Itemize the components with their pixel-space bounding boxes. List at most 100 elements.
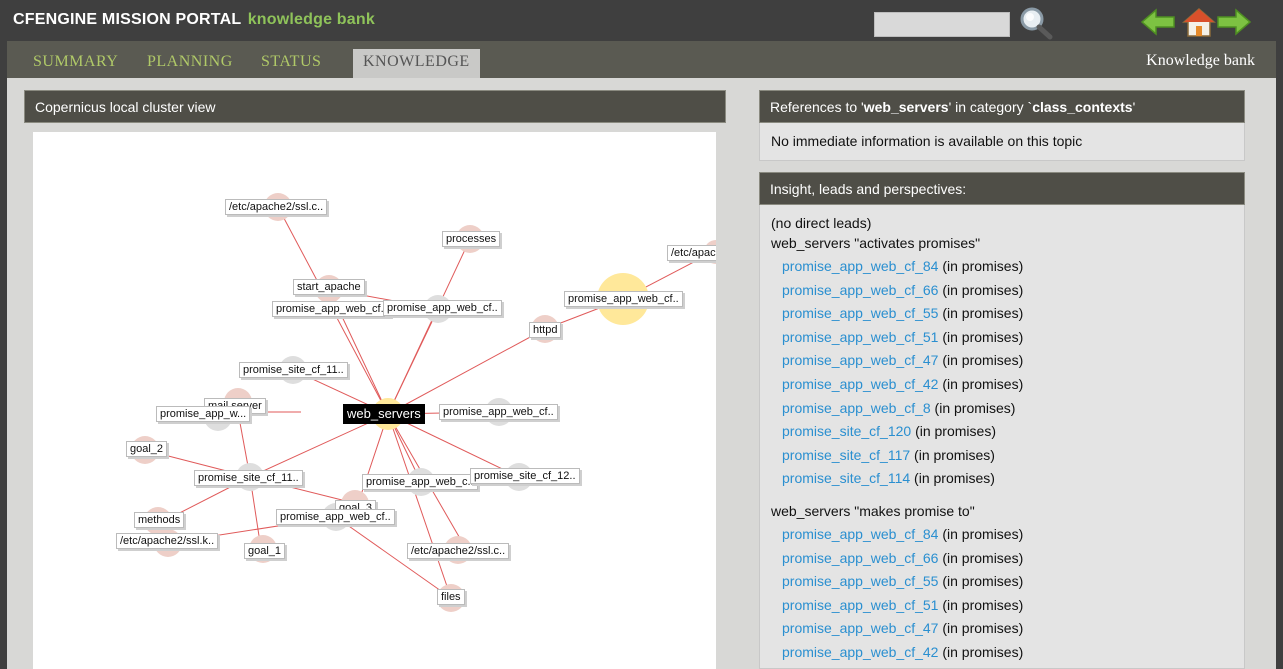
graph-node[interactable]: goal_2 bbox=[126, 441, 168, 457]
promise-link[interactable]: promise_app_web_cf_66 bbox=[782, 282, 938, 298]
list-item: promise_site_cf_120 (in promises) bbox=[771, 420, 1233, 444]
promise-link[interactable]: promise_app_web_cf_51 bbox=[782, 329, 938, 345]
promise-link[interactable]: promise_app_web_cf_47 bbox=[782, 352, 938, 368]
list-item: promise_app_web_cf_55 (in promises) bbox=[771, 570, 1233, 594]
group-heading: web_servers "makes promise to" bbox=[771, 502, 975, 519]
promise-link[interactable]: promise_app_web_cf_84 bbox=[782, 258, 938, 274]
promise-link[interactable]: promise_app_web_cf_66 bbox=[782, 550, 938, 566]
graph-node[interactable]: promise_app_web_cf.. bbox=[564, 291, 683, 307]
promise-note: (in promises) bbox=[938, 549, 1024, 566]
graph-node[interactable]: promise_app_w... bbox=[156, 406, 251, 422]
list-item: promise_app_web_cf_66 (in promises) bbox=[771, 547, 1233, 571]
list-item: promise_app_web_cf_51 (in promises) bbox=[771, 326, 1233, 350]
promise-note: (in promises) bbox=[938, 525, 1024, 542]
promise-note: (in promises) bbox=[938, 573, 1024, 590]
promise-note: (in promises) bbox=[938, 596, 1024, 613]
back-arrow-icon[interactable] bbox=[1140, 7, 1176, 37]
promise-note: (in promises) bbox=[910, 446, 995, 463]
list-item: promise_app_web_cf_66 (in promises) bbox=[771, 279, 1233, 303]
graph-node[interactable]: /etc/apache2/ssl.c.. bbox=[225, 199, 328, 215]
promise-note: (in promises) bbox=[930, 399, 1016, 416]
no-leads-text: (no direct leads) bbox=[771, 215, 872, 231]
promise-link[interactable]: promise_site_cf_114 bbox=[782, 470, 910, 486]
promise-note: (in promises) bbox=[938, 375, 1024, 392]
references-category: class_contexts bbox=[1032, 99, 1133, 115]
main-content: Copernicus local cluster view /etc/apach… bbox=[7, 78, 1276, 669]
section-title: Knowledge bank bbox=[1146, 52, 1255, 69]
promise-link[interactable]: promise_app_web_cf_42 bbox=[782, 644, 938, 660]
cluster-graph[interactable]: /etc/apache2/ssl.c.. processes /etc/apac… bbox=[33, 132, 716, 669]
references-title: References to 'web_servers' in category … bbox=[759, 90, 1245, 123]
tab-planning[interactable]: PLANNING bbox=[147, 49, 233, 78]
list-item: promise_app_web_cf_42 (in promises) bbox=[771, 641, 1233, 665]
promise-link[interactable]: promise_app_web_cf_55 bbox=[782, 573, 938, 589]
graph-node[interactable]: /etc/apac bbox=[667, 245, 716, 261]
promise-link[interactable]: promise_app_web_cf_84 bbox=[782, 526, 938, 542]
references-middle: ' in category ` bbox=[948, 99, 1033, 115]
references-message: No immediate information is available on… bbox=[759, 123, 1245, 161]
graph-node[interactable]: promise_site_cf_11.. bbox=[239, 362, 348, 378]
insight-title: Insight, leads and perspectives: bbox=[759, 172, 1245, 205]
insight-body: (no direct leads) web_servers "activates… bbox=[759, 205, 1245, 669]
graph-node[interactable]: promise_site_cf_12.. bbox=[470, 468, 580, 484]
references-topic: web_servers bbox=[863, 99, 949, 115]
list-item: promise_app_web_cf_84 (in promises) bbox=[771, 255, 1233, 279]
graph-node[interactable]: promise_app_web_cf.. bbox=[272, 301, 391, 317]
search-icon[interactable] bbox=[1018, 6, 1054, 40]
list-item: promise_app_web_cf_47 (in promises) bbox=[771, 349, 1233, 373]
promise-link[interactable]: promise_app_web_cf_51 bbox=[782, 597, 938, 613]
promise-link[interactable]: promise_app_web_cf_42 bbox=[782, 376, 938, 392]
promise-link[interactable]: promise_app_web_cf_55 bbox=[782, 305, 938, 321]
tab-status[interactable]: STATUS bbox=[261, 49, 321, 78]
graph-node[interactable]: methods bbox=[134, 512, 185, 528]
tab-knowledge[interactable]: KNOWLEDGE bbox=[353, 49, 480, 78]
graph-node[interactable]: goal_1 bbox=[244, 543, 286, 559]
insight-panel: Insight, leads and perspectives: (no dir… bbox=[759, 172, 1245, 669]
tab-summary[interactable]: SUMMARY bbox=[33, 49, 118, 78]
graph-node[interactable]: /etc/apache2/ssl.k.. bbox=[116, 533, 219, 549]
group-heading: web_servers "activates promises" bbox=[771, 235, 981, 251]
promise-note: (in promises) bbox=[910, 470, 995, 487]
list-item: promise_app_web_cf_51 (in promises) bbox=[771, 594, 1233, 618]
list-item: promise_app_web_cf_84 (in promises) bbox=[771, 523, 1233, 547]
references-suffix: ' bbox=[1132, 99, 1136, 115]
graph-node[interactable]: processes bbox=[442, 231, 501, 247]
promise-note: (in promises) bbox=[938, 643, 1024, 660]
list-item: promise_site_cf_114 (in promises) bbox=[771, 467, 1233, 491]
top-bar: CFENGINE MISSION PORTAL knowledge bank bbox=[0, 0, 1283, 41]
graph-node[interactable]: promise_app_web_cf.. bbox=[383, 300, 502, 316]
graph-node[interactable]: /etc/apache2/ssl.c.. bbox=[407, 543, 510, 559]
graph-node[interactable]: promise_app_web_cf.. bbox=[439, 404, 558, 420]
tab-bar: SUMMARY PLANNING STATUS KNOWLEDGE Knowle… bbox=[7, 41, 1276, 78]
list-item: promise_site_cf_117 (in promises) bbox=[771, 444, 1233, 468]
graph-node[interactable]: promise_app_web_c.. bbox=[362, 474, 478, 490]
graph-node[interactable]: files bbox=[437, 589, 465, 605]
home-icon[interactable] bbox=[1181, 7, 1217, 37]
promise-note: (in promises) bbox=[938, 352, 1024, 369]
graph-node[interactable]: start_apache bbox=[293, 279, 365, 295]
brand-subtitle: knowledge bank bbox=[247, 11, 375, 28]
graph-center-node[interactable]: web_servers bbox=[343, 404, 425, 424]
graph-node[interactable]: promise_app_web_cf.. bbox=[276, 509, 395, 525]
promise-list: promise_app_web_cf_84 (in promises) promi… bbox=[771, 255, 1233, 491]
list-item: promise_app_web_cf_42 (in promises) bbox=[771, 373, 1233, 397]
list-item: promise_app_web_cf_47 (in promises) bbox=[771, 617, 1233, 641]
promise-link[interactable]: promise_site_cf_117 bbox=[782, 447, 910, 463]
promise-note: (in promises) bbox=[911, 423, 996, 440]
graph-node[interactable]: httpd bbox=[529, 322, 562, 338]
promise-link[interactable]: promise_app_web_cf_47 bbox=[782, 620, 938, 636]
search-input[interactable] bbox=[874, 12, 1010, 37]
promise-list: promise_app_web_cf_84 (in promises) promi… bbox=[771, 523, 1233, 665]
promise-note: (in promises) bbox=[938, 281, 1024, 298]
promise-link[interactable]: promise_app_web_cf_8 bbox=[782, 400, 931, 416]
list-item: promise_app_web_cf_8 (in promises) bbox=[771, 397, 1233, 421]
promise-link[interactable]: promise_site_cf_120 bbox=[782, 423, 911, 439]
forward-arrow-icon[interactable] bbox=[1216, 7, 1252, 37]
promise-note: (in promises) bbox=[938, 305, 1024, 322]
promise-note: (in promises) bbox=[938, 620, 1024, 637]
list-item: promise_app_web_cf_55 (in promises) bbox=[771, 302, 1233, 326]
references-prefix: References to ' bbox=[770, 99, 864, 115]
cluster-view-title: Copernicus local cluster view bbox=[24, 90, 726, 123]
graph-node[interactable]: promise_site_cf_11.. bbox=[194, 470, 303, 486]
